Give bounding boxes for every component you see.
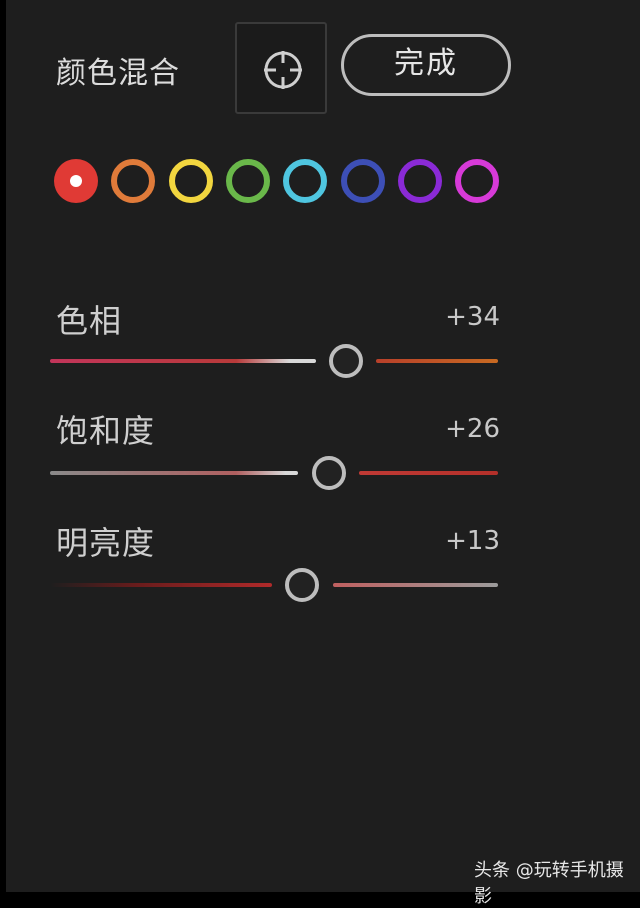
color-swatch-aqua[interactable] xyxy=(283,159,328,203)
watermark-text: 头条 @玩转手机摄影 xyxy=(474,860,624,907)
selected-indicator-icon xyxy=(70,175,82,187)
color-swatch-green[interactable] xyxy=(225,159,270,203)
luminance-slider-thumb[interactable] xyxy=(285,568,319,602)
targeted-adjustment-button[interactable] xyxy=(235,22,327,114)
color-swatch-magenta[interactable] xyxy=(455,159,500,203)
luminance-track-left[interactable] xyxy=(50,583,272,587)
saturation-value: +26 xyxy=(445,414,500,444)
hue-slider-thumb[interactable] xyxy=(329,344,363,378)
color-swatch-orange[interactable] xyxy=(111,159,156,203)
saturation-track-left[interactable] xyxy=(50,471,298,475)
color-swatch-red[interactable] xyxy=(54,159,98,203)
saturation-slider-thumb[interactable] xyxy=(312,456,346,490)
color-swatch-yellow[interactable] xyxy=(168,159,213,203)
luminance-value: +13 xyxy=(445,526,500,556)
color-swatch-purple[interactable] xyxy=(397,159,442,203)
color-swatch-blue[interactable] xyxy=(340,159,385,203)
color-mix-panel: 颜色混合 完成 色相 +34 饱和度 +26 明亮度 +13 xyxy=(6,0,640,892)
saturation-label: 饱和度 xyxy=(56,412,156,450)
luminance-track-right[interactable] xyxy=(333,583,498,587)
crosshair-target-icon xyxy=(264,51,302,89)
panel-title: 颜色混合 xyxy=(56,56,180,91)
luminance-label: 明亮度 xyxy=(56,524,156,562)
saturation-track-right[interactable] xyxy=(359,471,498,475)
done-button[interactable]: 完成 xyxy=(341,34,511,96)
hue-value: +34 xyxy=(445,302,500,332)
hue-track-right[interactable] xyxy=(376,359,498,363)
hue-label: 色相 xyxy=(56,302,123,340)
hue-track-left[interactable] xyxy=(50,359,316,363)
